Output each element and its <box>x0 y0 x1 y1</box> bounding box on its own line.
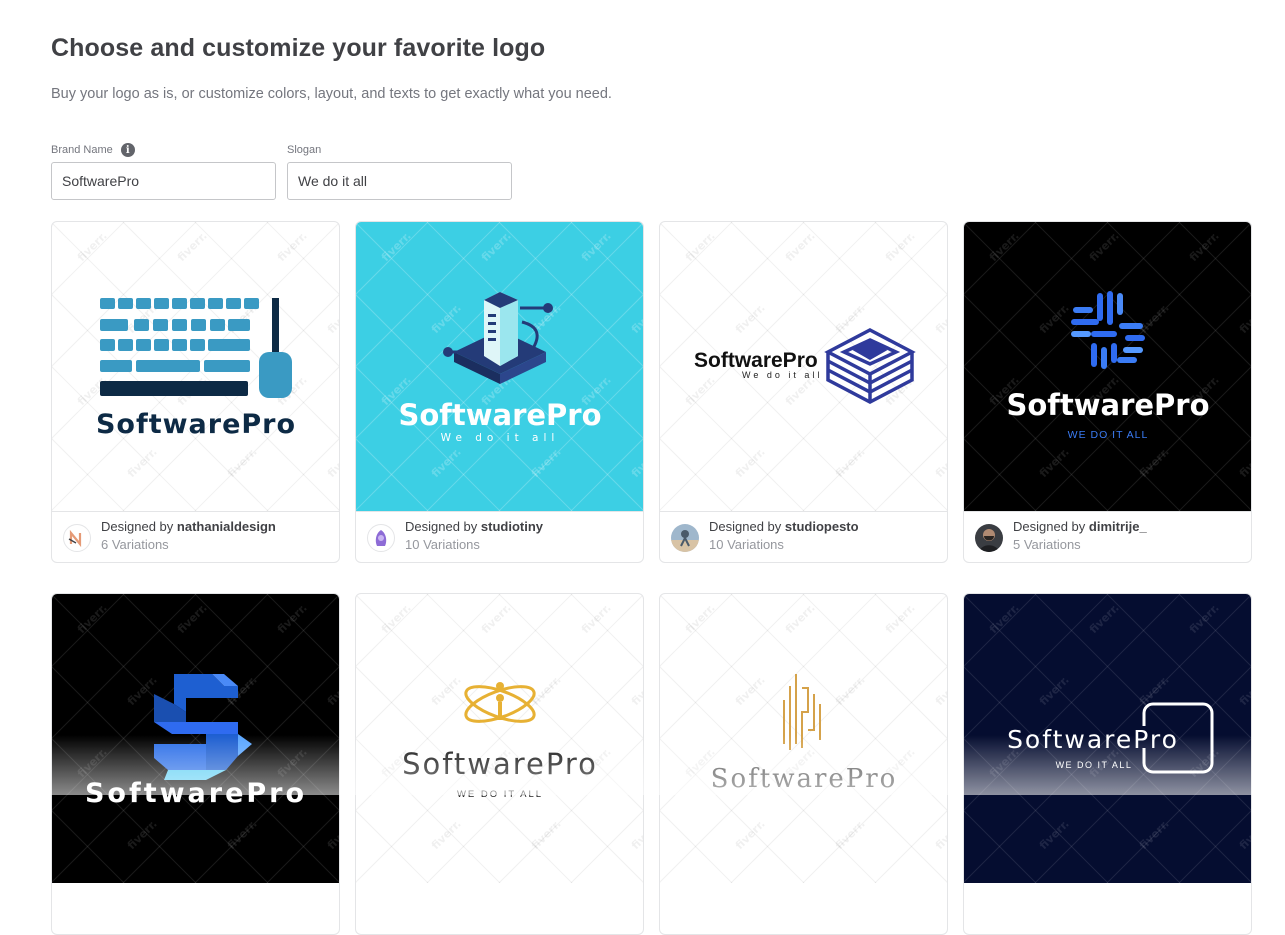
logo-slogan-text: WE DO IT ALL <box>1056 760 1133 770</box>
logo-preview: fiverr. fiverr. fiverr. fiverr. fiverr. fiver… <box>660 222 947 511</box>
s-letter-logo: SoftwarePro <box>85 674 307 809</box>
keyboard-keys-icon <box>100 298 259 372</box>
designer-name[interactable]: studiotiny <box>481 519 543 534</box>
designer-avatar <box>367 524 395 552</box>
circuit-icon <box>1071 291 1145 369</box>
logo-brand-text: SoftwarePro <box>398 398 601 432</box>
logo-slogan-text: We do it all <box>441 432 560 444</box>
designer-info: Designed by dimitrije_ 5 Variations <box>964 511 1251 562</box>
designer-info: Designed by nathanialdesign 6 Variations <box>52 511 339 562</box>
logo-brand-text: SoftwarePro <box>85 778 307 809</box>
logo-card[interactable]: fiverr. fiverr. fiverr. fiverr. fiverr. fiver… <box>51 593 340 935</box>
variations-count: 10 Variations <box>709 537 784 552</box>
s-letter-icon <box>154 674 252 780</box>
brand-name-input[interactable] <box>51 162 276 200</box>
logo-brand-text: SoftwarePro <box>1006 388 1209 422</box>
logo-brand-text: SoftwarePro <box>1007 725 1179 754</box>
slogan-field: Slogan <box>287 142 512 200</box>
logo-preview: fiverr. fiverr. fiverr. fiverr. fiverr. fiver… <box>52 222 339 511</box>
variations-count: 10 Variations <box>405 537 480 552</box>
atom-logo: SoftwarePro WE DO IT ALL <box>402 682 598 800</box>
logo-brand-text: SoftwarePro <box>711 764 898 794</box>
brand-name-field: Brand Name i <box>51 142 276 200</box>
designer-name[interactable]: dimitrije_ <box>1089 519 1147 534</box>
building-logo: SoftwarePro We do it all <box>694 328 916 404</box>
keyboard-logo: SoftwarePro <box>96 298 296 440</box>
designer-info: Designed by studiopesto 10 Variations <box>660 511 947 562</box>
logo-preview: fiverr. fiverr. fiverr. fiverr. fiverr. fiver… <box>964 594 1251 883</box>
logo-preview: fiverr. fiverr. fiverr. fiverr. fiverr. fiver… <box>660 594 947 883</box>
logo-brand-text: SoftwarePro <box>402 747 598 781</box>
variations-count: 5 Variations <box>1013 537 1081 552</box>
logo-slogan-text: We do it all <box>742 370 822 380</box>
isometric-building-icon <box>824 328 916 404</box>
designer-avatar <box>975 524 1003 552</box>
line-s-logo: SoftwarePro <box>711 674 898 794</box>
logo-brand-text: SoftwarePro <box>694 349 818 372</box>
slogan-label: Slogan <box>287 144 322 156</box>
logo-preview: fiverr. fiverr. fiverr. fiverr. fiverr. fiver… <box>356 594 643 883</box>
info-icon[interactable]: i <box>120 143 135 157</box>
slogan-input[interactable] <box>287 162 512 200</box>
designer-name[interactable]: nathanialdesign <box>177 519 276 534</box>
designer-avatar <box>671 524 699 552</box>
logo-preview: fiverr. fiverr. fiverr. fiverr. fiverr. fiver… <box>52 594 339 883</box>
variations-count: 6 Variations <box>101 537 169 552</box>
page-title: Choose and customize your favorite logo <box>51 34 546 62</box>
logo-card[interactable]: fiverr. fiverr. fiverr. fiverr. fiverr. fiver… <box>963 593 1252 935</box>
designer-info: Designed by studiotiny 10 Variations <box>356 511 643 562</box>
logo-slogan-text: WE DO IT ALL <box>1068 429 1149 441</box>
page-subtitle: Buy your logo as is, or customize colors… <box>51 86 612 102</box>
brand-name-label: Brand Name <box>51 144 113 156</box>
mouse-icon <box>259 352 292 398</box>
logo-brand-text: SoftwarePro <box>96 409 296 440</box>
designer-name[interactable]: studiopesto <box>785 519 859 534</box>
logo-preview: fiverr. fiverr. fiverr. fiverr. fiverr. fiver… <box>356 222 643 511</box>
logo-preview: fiverr. fiverr. fiverr. fiverr. fiverr. fiver… <box>964 222 1251 511</box>
circuit-logo: SoftwarePro WE DO IT ALL <box>1006 291 1210 441</box>
server-logo: SoftwarePro We do it all <box>398 292 602 444</box>
logo-card[interactable]: fiverr. fiverr. fiverr. fiverr. fiverr. fiver… <box>355 593 644 935</box>
vertical-lines-icon <box>783 674 821 750</box>
logo-card[interactable]: fiverr. fiverr. fiverr. fiverr. fiverr. fiver… <box>659 221 948 563</box>
logo-card[interactable]: fiverr. fiverr. fiverr. fiverr. fiverr. fiver… <box>963 221 1252 563</box>
logo-card[interactable]: fiverr. fiverr. fiverr. fiverr. fiverr. fiver… <box>51 221 340 563</box>
frame-logo: SoftwarePro WE DO IT ALL <box>1007 702 1214 774</box>
logo-card[interactable]: fiverr. fiverr. fiverr. fiverr. fiverr. fiver… <box>659 593 948 935</box>
logo-card[interactable]: fiverr. fiverr. fiverr. fiverr. fiverr. fiver… <box>355 221 644 563</box>
designer-avatar <box>63 524 91 552</box>
